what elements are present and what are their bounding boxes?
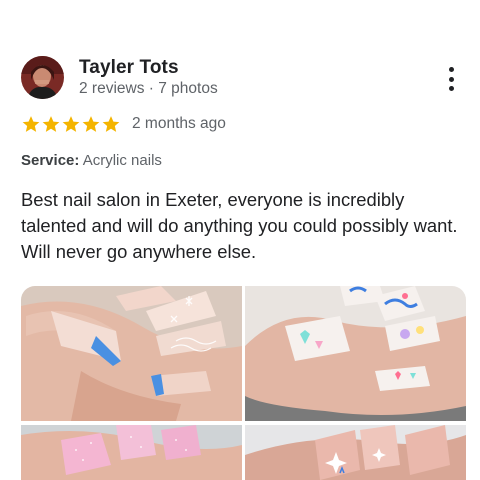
reviewer-meta: 2 reviews · 7 photos: [79, 80, 218, 97]
review-date: 2 months ago: [132, 115, 226, 132]
service-label: Service:: [21, 152, 80, 169]
reviewer-avatar[interactable]: [21, 56, 64, 99]
more-vert-icon-dot: [448, 86, 454, 91]
more-options-button[interactable]: [438, 64, 464, 94]
star-rating: [21, 114, 121, 134]
review-photo-2[interactable]: [245, 286, 466, 421]
star-icon: [41, 114, 61, 134]
rating-row: 2 months ago: [21, 113, 226, 135]
star-icon: [61, 114, 81, 134]
star-icon: [21, 114, 41, 134]
review-photo-1[interactable]: [21, 286, 242, 421]
nail-photo-icon: [245, 286, 466, 421]
review-photo-grid: [21, 286, 466, 480]
nail-photo-icon: [21, 425, 242, 480]
service-value: Acrylic nails: [82, 152, 162, 169]
review-photo-4[interactable]: [245, 425, 466, 480]
nail-photo-icon: [245, 425, 466, 480]
review-text: Best nail salon in Exeter, everyone is i…: [21, 189, 458, 262]
nail-photo-icon: [21, 286, 242, 421]
review-card: Tayler Tots 2 reviews · 7 photos 2 month…: [0, 0, 480, 480]
avatar-photo-icon: [21, 56, 64, 99]
more-vert-icon-dot: [448, 76, 454, 82]
review-photo-3[interactable]: [21, 425, 242, 480]
star-icon: [101, 114, 121, 134]
reviewer-name[interactable]: Tayler Tots: [79, 57, 179, 79]
star-icon: [81, 114, 101, 134]
more-vert-icon-dot: [448, 67, 454, 72]
service-row: Service: Acrylic nails: [21, 152, 162, 169]
